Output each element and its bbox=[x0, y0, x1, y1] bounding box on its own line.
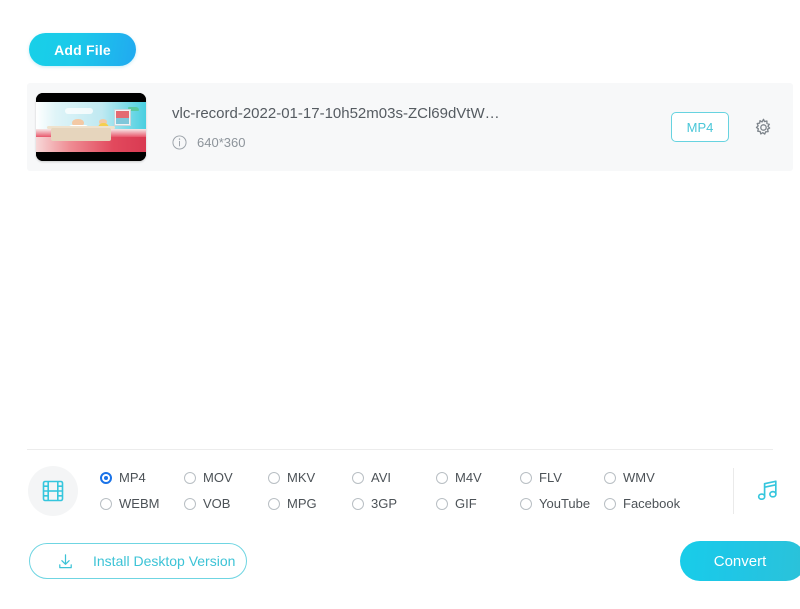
file-row[interactable]: vlc-record-2022-01-17-10h52m03s-ZCl69dVt… bbox=[27, 83, 793, 171]
thumbnail-desk bbox=[51, 128, 111, 141]
music-note-icon[interactable] bbox=[734, 461, 800, 521]
format-label: Facebook bbox=[623, 496, 681, 511]
format-label: YouTube bbox=[539, 496, 591, 511]
radio-dot-icon bbox=[520, 471, 532, 484]
file-output-format-badge[interactable]: MP4 bbox=[671, 112, 729, 142]
converter-app: Add File vlc-record-2022-01-17-10h52m03s… bbox=[0, 0, 800, 609]
thumbnail-letterbox-top bbox=[36, 93, 146, 102]
install-desktop-version-button[interactable]: Install Desktop Version bbox=[29, 543, 247, 579]
format-label: MKV bbox=[287, 470, 316, 485]
add-file-button[interactable]: Add File bbox=[29, 33, 136, 66]
thumbnail-wall-picture-inner bbox=[116, 111, 129, 124]
file-resolution: 640*360 bbox=[197, 134, 246, 150]
radio-dot-icon bbox=[268, 471, 280, 484]
convert-button[interactable]: Convert bbox=[680, 541, 800, 581]
format-radio-mpg[interactable]: MPG bbox=[268, 496, 352, 511]
format-radio-m4v[interactable]: M4V bbox=[436, 470, 520, 485]
radio-dot-icon bbox=[436, 497, 448, 510]
film-strip-icon[interactable] bbox=[28, 465, 78, 516]
format-label: GIF bbox=[455, 496, 477, 511]
video-thumbnail[interactable] bbox=[36, 93, 146, 161]
radio-dot-icon bbox=[520, 497, 532, 510]
download-icon bbox=[56, 552, 75, 571]
format-radio-facebook[interactable]: Facebook bbox=[604, 496, 688, 511]
file-meta: 640*360 bbox=[172, 135, 671, 150]
thumbnail-cloud bbox=[64, 108, 94, 114]
format-radio-wmv[interactable]: WMV bbox=[604, 470, 688, 485]
format-radio-gif[interactable]: GIF bbox=[436, 496, 520, 511]
radio-dot-icon bbox=[436, 471, 448, 484]
format-radio-youtube[interactable]: YouTube bbox=[520, 496, 604, 511]
radio-dot-icon bbox=[352, 471, 364, 484]
install-desktop-version-label: Install Desktop Version bbox=[93, 553, 236, 569]
format-label: MOV bbox=[203, 470, 233, 485]
format-label: M4V bbox=[455, 470, 482, 485]
radio-dot-icon bbox=[352, 497, 364, 510]
format-radio-avi[interactable]: AVI bbox=[352, 470, 436, 485]
file-info: vlc-record-2022-01-17-10h52m03s-ZCl69dVt… bbox=[172, 105, 671, 150]
toolbar: Add File bbox=[0, 0, 800, 83]
format-label: AVI bbox=[371, 470, 391, 485]
format-label: WEBM bbox=[119, 496, 160, 511]
format-radio-3gp[interactable]: 3GP bbox=[352, 496, 436, 511]
format-selector: MP4 MOV MKV AVI M4V FLV WMV WEBM VOB MPG… bbox=[0, 450, 800, 531]
format-label: MP4 bbox=[119, 470, 146, 485]
radio-dot-icon bbox=[604, 471, 616, 484]
format-label: VOB bbox=[203, 496, 231, 511]
bottom-bar: Install Desktop Version Convert bbox=[0, 531, 800, 609]
format-label: FLV bbox=[539, 470, 562, 485]
format-radio-vob[interactable]: VOB bbox=[184, 496, 268, 511]
gear-icon[interactable] bbox=[751, 115, 775, 139]
format-label: MPG bbox=[287, 496, 317, 511]
file-name: vlc-record-2022-01-17-10h52m03s-ZCl69dVt… bbox=[172, 104, 500, 122]
format-radio-flv[interactable]: FLV bbox=[520, 470, 604, 485]
format-radio-mp4[interactable]: MP4 bbox=[100, 470, 184, 485]
format-label: 3GP bbox=[371, 496, 398, 511]
thumbnail-letterbox-bottom bbox=[36, 152, 146, 161]
radio-dot-icon bbox=[100, 471, 112, 484]
radio-dot-icon bbox=[100, 497, 112, 510]
format-radio-mkv[interactable]: MKV bbox=[268, 470, 352, 485]
radio-dot-icon bbox=[268, 497, 280, 510]
format-radio-webm[interactable]: WEBM bbox=[100, 496, 184, 511]
format-label: WMV bbox=[623, 470, 655, 485]
radio-dot-icon bbox=[184, 471, 196, 484]
radio-dot-icon bbox=[604, 497, 616, 510]
radio-dot-icon bbox=[184, 497, 196, 510]
info-circle-icon bbox=[172, 134, 187, 150]
file-list: vlc-record-2022-01-17-10h52m03s-ZCl69dVt… bbox=[0, 83, 800, 449]
format-radio-grid: MP4 MOV MKV AVI M4V FLV WMV WEBM VOB MPG… bbox=[100, 465, 733, 517]
thumbnail-wall-picture bbox=[114, 109, 131, 126]
format-radio-mov[interactable]: MOV bbox=[184, 470, 268, 485]
thumbnail-scene bbox=[36, 102, 146, 152]
